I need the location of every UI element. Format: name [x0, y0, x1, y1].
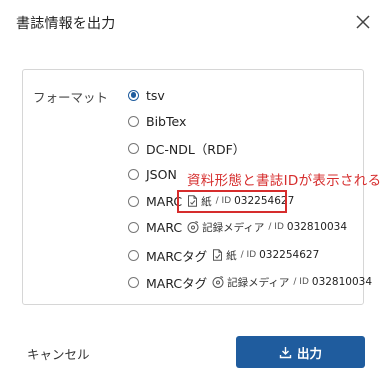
option-label: tsv [146, 87, 165, 103]
disc-icon [187, 221, 199, 233]
highlight-box [177, 190, 287, 213]
bib-id: 032810034 [286, 221, 348, 233]
format-option-marc-tag-media[interactable]: MARCタグ 記録メディア / ID 032810034 [128, 273, 372, 291]
id-label: / ID [293, 277, 309, 287]
radio-marc-media[interactable] [128, 221, 139, 233]
radio-bibtex[interactable] [128, 115, 139, 127]
option-label: MARCタグ [146, 248, 208, 264]
export-dialog: 書誌情報を出力 フォーマット tsv BibTex DC-NDL（RDF） JS… [0, 0, 390, 383]
radio-dc-ndl[interactable] [128, 142, 139, 154]
medium-label: 紙 [226, 249, 237, 262]
medium-label: 記録メディア [227, 276, 290, 289]
radio-marc-paper[interactable] [128, 195, 139, 207]
close-icon [351, 10, 375, 34]
format-option-marc-tag-paper[interactable]: MARCタグ 紙 / ID 032254627 [128, 246, 319, 264]
bib-id: 032254627 [259, 249, 320, 261]
option-label: MARCタグ [146, 275, 208, 291]
medium-label: 記録メディア [202, 221, 265, 234]
medium-info: 記録メディア / ID 032810034 [212, 275, 372, 290]
medium-info: 紙 / ID 032254627 [212, 248, 319, 263]
dialog-title: 書誌情報を出力 [16, 16, 116, 32]
medium-info: 記録メディア / ID 032810034 [187, 220, 347, 235]
radio-marc-tag-media[interactable] [128, 276, 139, 288]
id-label: / ID [268, 222, 284, 232]
option-label: BibTex [146, 113, 187, 129]
option-label: JSON [146, 166, 177, 182]
cancel-button[interactable]: キャンセル [27, 344, 90, 363]
paper-icon [212, 249, 223, 261]
radio-json[interactable] [128, 168, 139, 180]
disc-icon [212, 276, 224, 288]
id-label: / ID [240, 250, 257, 260]
output-label: 出力 [296, 345, 322, 361]
format-option-tsv[interactable]: tsv [128, 86, 165, 104]
radio-tsv[interactable] [128, 89, 139, 101]
bib-id: 032810034 [311, 276, 373, 288]
radio-marc-tag-paper[interactable] [128, 249, 139, 261]
option-label: DC-NDL（RDF） [146, 141, 246, 157]
format-option-bibtex[interactable]: BibTex [128, 112, 186, 130]
close-button[interactable] [351, 10, 375, 34]
format-label: フォーマット [33, 90, 109, 105]
format-option-marc-media[interactable]: MARC 記録メディア / ID 032810034 [128, 218, 347, 236]
annotation-text: 資料形態と書誌IDが表示される [187, 173, 382, 189]
output-button[interactable]: 出力 [236, 336, 365, 368]
format-option-json[interactable]: JSON [128, 165, 177, 183]
download-icon [279, 346, 292, 359]
format-option-dc-ndl[interactable]: DC-NDL（RDF） [128, 139, 245, 157]
option-label: MARC [146, 219, 183, 235]
